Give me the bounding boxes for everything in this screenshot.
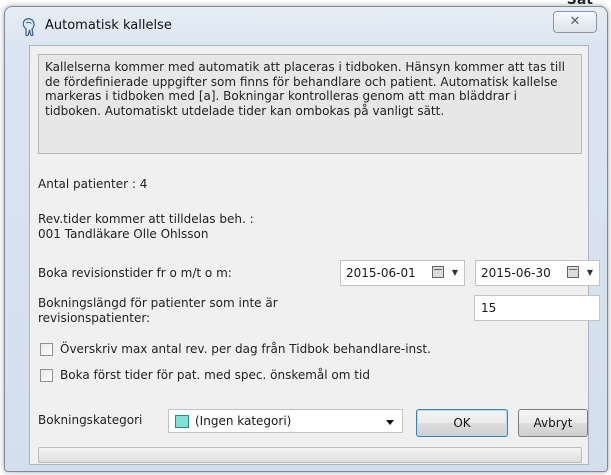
category-label: Bokningskategori (38, 413, 143, 427)
chevron-down-icon[interactable]: ▼ (452, 261, 458, 285)
patient-count-label: Antal patienter : 4 (38, 177, 148, 191)
category-color-swatch (175, 415, 189, 428)
to-date-picker[interactable]: 2015-06-30 ▼ (475, 260, 600, 286)
booking-length-label-cont: revisionspatienter: (38, 311, 151, 325)
ok-button[interactable]: OK (416, 409, 508, 437)
to-date-value: 2015-06-30 (481, 266, 551, 280)
from-date-value: 2015-06-01 (346, 266, 416, 280)
automatic-recall-dialog: Automatisk kallelse ✕ Kallelserna kommer… (4, 6, 608, 472)
override-max-label[interactable]: Överskriv max antal rev. per dag från Ti… (60, 342, 431, 356)
info-text-box: Kallelserna kommer med automatik att pla… (38, 54, 582, 154)
dialog-body: Kallelserna kommer med automatik att pla… (29, 45, 600, 465)
title-bar[interactable]: Automatisk kallelse ✕ (5, 7, 607, 45)
category-select[interactable]: (Ingen kategori) (168, 409, 403, 433)
calendar-icon[interactable] (567, 266, 579, 278)
close-icon: ✕ (569, 14, 581, 29)
special-wishes-checkbox[interactable] (40, 369, 53, 382)
calendar-icon[interactable] (432, 266, 444, 278)
category-selected-value: (Ingen kategori) (195, 414, 292, 428)
booking-period-label: Boka revisionstider fr o m/t o m: (38, 266, 232, 280)
cancel-button[interactable]: Avbryt (518, 409, 588, 437)
provider-label: Rev.tider kommer att tilldelas beh. : (38, 212, 254, 226)
booking-length-input[interactable]: 15 (474, 295, 600, 321)
chevron-down-icon[interactable]: ▼ (587, 261, 593, 285)
booking-length-label: Bokningslängd för patienter som inte är (38, 296, 278, 310)
from-date-picker[interactable]: 2015-06-01 ▼ (340, 260, 465, 286)
override-max-checkbox[interactable] (40, 343, 53, 356)
progress-bar (38, 447, 582, 463)
provider-name: 001 Tandläkare Olle Ohlsson (38, 227, 209, 241)
dialog-title: Automatisk kallelse (45, 18, 172, 33)
chevron-down-icon[interactable] (386, 420, 394, 425)
close-button[interactable]: ✕ (553, 11, 597, 33)
special-wishes-label[interactable]: Boka först tider för pat. med spec. önsk… (60, 368, 370, 382)
app-icon (22, 18, 35, 37)
